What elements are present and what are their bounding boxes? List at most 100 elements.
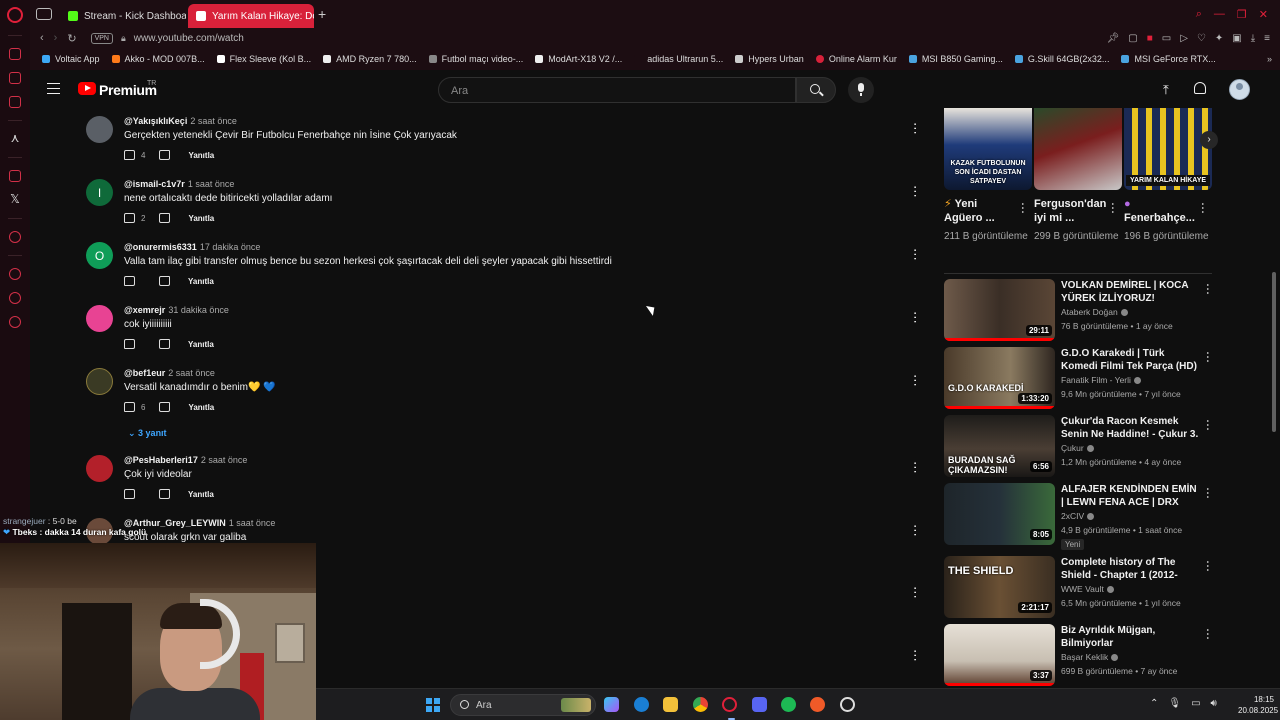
tab-youtube-video[interactable]: Yarım Kalan Hikaye: Dorg	[188, 4, 314, 28]
bookmark-item[interactable]: Hypers Urban	[735, 54, 804, 64]
video-thumbnail[interactable]: BURADAN SAĞ ÇIKAMAZSIN! 6:56	[944, 415, 1055, 477]
like-icon[interactable]	[124, 213, 135, 223]
shield-icon[interactable]: ■	[1147, 33, 1153, 44]
kick-icon[interactable]: ⋏	[11, 131, 20, 145]
comment-author[interactable]: @YakışıklıKeçi	[124, 116, 187, 126]
video-title[interactable]: Çukur'da Racon Kesmek Senin Ne Haddine! …	[1061, 415, 1201, 441]
bookmark-item[interactable]: Online Alarm Kur	[815, 54, 897, 64]
bookmark-item[interactable]: G.Skill 64GB(2x32...	[1014, 54, 1109, 64]
search-tabs-icon[interactable]: ⌕	[1196, 8, 1202, 21]
comment-avatar[interactable]: I	[86, 179, 113, 206]
page-scrollbar[interactable]	[1272, 272, 1276, 432]
bookmark-item[interactable]: adidas Ultrarun 5...	[634, 54, 723, 64]
upload-icon[interactable]: ⤒	[1163, 82, 1169, 98]
dislike-icon[interactable]	[159, 276, 170, 286]
comment-author[interactable]: @onurermis6331	[124, 242, 197, 252]
video-more-options-icon[interactable]: ⋯	[1201, 487, 1215, 497]
copilot-icon[interactable]	[604, 697, 619, 712]
reply-button[interactable]: Yanıtla	[188, 403, 214, 412]
video-more-options-icon[interactable]: ⋯	[1201, 419, 1215, 429]
search-button[interactable]	[796, 77, 836, 103]
comment-more-options-icon[interactable]: ⋯	[908, 311, 923, 322]
bookmark-item[interactable]: Akko - MOD 007B...	[111, 54, 205, 64]
recommended-video[interactable]: 3:37 Biz Ayrıldık Müjgan, Bilmiyorlar Ba…	[944, 624, 1220, 692]
discord-icon[interactable]	[752, 697, 767, 712]
account-avatar[interactable]	[1229, 79, 1250, 100]
recommended-video[interactable]: 8:05 ALFAJER KENDİNDEN EMİN | LEWN FENA …	[944, 483, 1220, 556]
taskbar-search[interactable]: Ara	[450, 694, 596, 716]
video-more-options-icon[interactable]: ⋯	[1201, 283, 1215, 293]
bookmark-item[interactable]: Flex Sleeve (Kol B...	[216, 54, 311, 64]
menu-icon[interactable]	[47, 83, 60, 94]
edge-icon[interactable]	[634, 697, 649, 712]
voice-search-button[interactable]	[848, 77, 874, 103]
snapshot-icon[interactable]: ▢	[1128, 33, 1137, 44]
steam-icon[interactable]	[840, 697, 855, 712]
comment-more-options-icon[interactable]: ⋯	[908, 586, 923, 597]
minimize-icon[interactable]: —	[1214, 8, 1225, 21]
bookmark-item[interactable]: AMD Ryzen 7 780...	[323, 54, 417, 64]
short-item[interactable]: KAZAK FUTBOLUNUN SON İCADI DASTAN SATPAY…	[944, 108, 1032, 258]
extensions-icon[interactable]	[9, 292, 21, 304]
video-more-options-icon[interactable]: ⋯	[1201, 628, 1215, 638]
short-item[interactable]: YARIM KALAN HİKAYE ● Fenerbahçe... ⋯ 196…	[1124, 108, 1212, 258]
comment-more-options-icon[interactable]: ⋯	[908, 461, 923, 472]
dislike-icon[interactable]	[159, 150, 171, 160]
dislike-icon[interactable]	[159, 339, 170, 349]
short-more-options-icon[interactable]: ⋯	[1196, 202, 1210, 212]
comment-more-options-icon[interactable]: ⋯	[908, 524, 923, 535]
aria-icon[interactable]	[9, 48, 21, 60]
like-icon[interactable]	[124, 402, 135, 412]
extensions-puzzle-icon[interactable]: ✦	[1215, 33, 1223, 44]
notifications-bell-icon[interactable]	[1194, 82, 1206, 94]
download-icon[interactable]: ⤓	[1251, 33, 1255, 44]
video-title[interactable]: Biz Ayrıldık Müjgan, Bilmiyorlar	[1061, 624, 1201, 650]
vpn-badge[interactable]: VPN	[90, 32, 113, 44]
dislike-icon[interactable]	[159, 213, 171, 223]
channel-name[interactable]: Çukur	[1061, 443, 1094, 453]
comment-time[interactable]: 1 saat önce	[188, 179, 235, 189]
channel-name[interactable]: WWE Vault	[1061, 584, 1114, 594]
heart-icon[interactable]: ♡	[1197, 33, 1206, 44]
twitch-icon[interactable]	[9, 170, 21, 182]
comment-avatar[interactable]	[86, 116, 113, 143]
comment-time[interactable]: 31 dakika önce	[168, 305, 229, 315]
recommended-video[interactable]: G.D.O KARAKEDİ 1:33:20 G.D.O Karakedi | …	[944, 347, 1220, 415]
network-icon[interactable]: ▭	[1191, 698, 1200, 709]
tab-kick-dashboard[interactable]: Stream - Kick Dashboard	[60, 4, 186, 28]
microphone-icon[interactable]: 🎙︎	[1168, 698, 1181, 709]
short-title[interactable]: ● Fenerbahçe...	[1124, 197, 1198, 225]
comment-author[interactable]: @PesHaberleri17	[124, 455, 198, 465]
video-more-options-icon[interactable]: ⋯	[1201, 351, 1215, 361]
reply-button[interactable]: Yanıtla	[188, 151, 214, 160]
video-thumbnail[interactable]: G.D.O KARAKEDİ 1:33:20	[944, 347, 1055, 409]
like-icon[interactable]	[124, 339, 135, 349]
recommended-video[interactable]: THE SHIELD 2:21:17 Complete history of T…	[944, 556, 1220, 624]
video-thumbnail[interactable]: 29:11	[944, 279, 1055, 341]
recommended-video[interactable]: 29:11 VOLKAN DEMİREL | KOCA YÜREK İZLİYO…	[944, 279, 1220, 347]
search-input[interactable]	[451, 82, 781, 99]
channel-name[interactable]: Fanatik Film - Yerli	[1061, 375, 1141, 385]
back-icon[interactable]: ‹	[40, 32, 44, 44]
youtube-logo-icon[interactable]	[78, 82, 96, 95]
like-icon[interactable]	[124, 150, 135, 160]
comment-time[interactable]: 2 saat önce	[201, 455, 248, 465]
comment-avatar[interactable]	[86, 368, 113, 395]
short-thumbnail[interactable]: KAZAK FUTBOLUNUN SON İCADI DASTAN SATPAY…	[944, 108, 1032, 190]
player-icon[interactable]	[9, 231, 21, 243]
settings-gear-icon[interactable]	[9, 316, 21, 328]
comment-more-options-icon[interactable]: ⋯	[908, 649, 923, 660]
short-more-options-icon[interactable]: ⋯	[1016, 202, 1030, 212]
comment-author[interactable]: @bef1eur	[124, 368, 165, 378]
comment-time[interactable]: 2 saat önce	[168, 368, 215, 378]
tab-menu-icon[interactable]	[36, 8, 52, 20]
shorts-next-arrow-icon[interactable]: ›	[1200, 131, 1218, 149]
bookmark-item[interactable]: MSI GeForce RTX...	[1121, 54, 1216, 64]
video-thumbnail[interactable]: 3:37	[944, 624, 1055, 686]
dislike-icon[interactable]	[159, 402, 171, 412]
reply-button[interactable]: Yanıtla	[188, 490, 214, 499]
opera-gx-icon[interactable]	[722, 697, 737, 720]
easy-setup-icon[interactable]: ≡	[1264, 33, 1270, 44]
more-bookmarks-icon[interactable]: »	[1267, 54, 1272, 64]
video-title[interactable]: VOLKAN DEMİREL | KOCA YÜREK İZLİYORUZ!	[1061, 279, 1201, 305]
